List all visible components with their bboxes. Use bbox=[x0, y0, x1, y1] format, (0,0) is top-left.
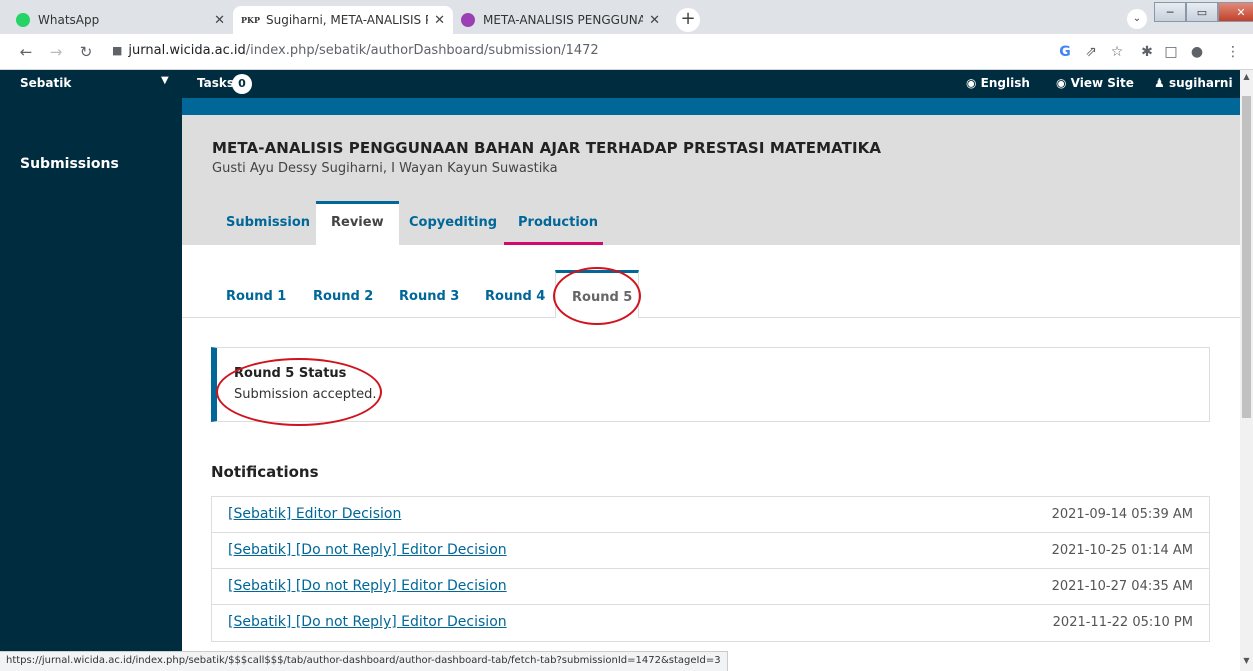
production-tab-indicator bbox=[504, 242, 603, 245]
ojs-icon bbox=[461, 13, 475, 27]
sidebar-item-submissions[interactable]: Submissions bbox=[20, 156, 119, 172]
page-scrollbar[interactable]: ▲ ▼ bbox=[1240, 70, 1253, 671]
side-panel-icon[interactable]: □ bbox=[1162, 43, 1180, 61]
tab-submission[interactable]: Submission bbox=[226, 215, 310, 230]
new-tab-button[interactable]: + bbox=[676, 8, 700, 32]
tasks-link[interactable]: Tasks bbox=[197, 76, 234, 90]
language-link[interactable]: ◉ English bbox=[966, 76, 1030, 90]
caret-down-icon[interactable]: ▼ bbox=[161, 75, 169, 86]
list-item: [Sebatik] [Do not Reply] Editor Decision… bbox=[212, 605, 1209, 641]
view-site-label: View Site bbox=[1070, 76, 1134, 90]
window-controls: ─ ▭ ✕ bbox=[1154, 2, 1253, 22]
notification-date: 2021-11-22 05:10 PM bbox=[1052, 615, 1193, 630]
journal-logo bbox=[20, 98, 160, 106]
round-tab-1[interactable]: Round 1 bbox=[226, 289, 286, 304]
scrollbar-thumb[interactable] bbox=[1242, 96, 1251, 418]
url-field[interactable]: ■ jurnal.wicida.ac.id/index.php/sebatik/a… bbox=[112, 43, 599, 58]
round-tab-5[interactable]: Round 5 bbox=[555, 270, 639, 318]
url-host: jurnal.wicida.ac.id bbox=[128, 43, 246, 58]
lock-icon: ■ bbox=[112, 44, 123, 57]
round-tab-4[interactable]: Round 4 bbox=[485, 289, 545, 304]
round-tabs-divider bbox=[182, 317, 1240, 318]
notification-link[interactable]: [Sebatik] Editor Decision bbox=[228, 506, 401, 522]
notifications-list: [Sebatik] Editor Decision 2021-09-14 05:… bbox=[211, 496, 1210, 642]
notifications-heading: Notifications bbox=[211, 463, 319, 481]
browser-tab-ojs[interactable]: META-ANALISIS PENGGUNAAN B ✕ bbox=[453, 6, 668, 34]
tab-copyediting[interactable]: Copyediting bbox=[409, 215, 497, 230]
tab-title: META-ANALISIS PENGGUNAAN B bbox=[483, 13, 644, 27]
notification-link[interactable]: [Sebatik] [Do not Reply] Editor Decision bbox=[228, 578, 507, 594]
bookmark-star-icon[interactable]: ☆ bbox=[1108, 43, 1126, 61]
reload-icon[interactable]: ↻ bbox=[76, 42, 96, 62]
close-icon[interactable]: ✕ bbox=[649, 13, 660, 28]
language-label: English bbox=[980, 76, 1030, 90]
tasks-count-badge[interactable]: 0 bbox=[232, 74, 252, 94]
tab-title: WhatsApp bbox=[38, 13, 100, 27]
tab-production[interactable]: Production bbox=[518, 215, 598, 230]
notification-link[interactable]: [Sebatik] [Do not Reply] Editor Decision bbox=[228, 542, 507, 558]
url-path: /index.php/sebatik/authorDashboard/submi… bbox=[245, 43, 599, 58]
round-tab-2[interactable]: Round 2 bbox=[313, 289, 373, 304]
tab-title: Sugiharni, META-ANALISIS PENG bbox=[265, 13, 428, 27]
browser-tab-whatsapp[interactable]: WhatsApp ✕ bbox=[8, 6, 233, 34]
sidebar: Submissions bbox=[0, 98, 182, 651]
user-icon: ♟ bbox=[1154, 76, 1165, 90]
scroll-up-icon[interactable]: ▲ bbox=[1240, 72, 1253, 85]
tab-search-icon[interactable]: ⌄ bbox=[1127, 9, 1147, 29]
round-tab-5-label: Round 5 bbox=[572, 290, 633, 305]
browser-tab-pkp[interactable]: PKP Sugiharni, META-ANALISIS PENG ✕ bbox=[233, 6, 453, 34]
eye-icon: ◉ bbox=[1056, 76, 1067, 90]
back-icon[interactable]: ← bbox=[16, 42, 36, 62]
browser-tabstrip: WhatsApp ✕ PKP Sugiharni, META-ANALISIS … bbox=[0, 0, 1253, 34]
round-status-title: Round 5 Status bbox=[234, 366, 347, 381]
close-icon[interactable]: ✕ bbox=[434, 13, 445, 28]
list-item: [Sebatik] Editor Decision 2021-09-14 05:… bbox=[212, 497, 1209, 533]
share-icon[interactable]: ⇗ bbox=[1082, 43, 1100, 61]
submission-header: META-ANALISIS PENGGUNAAN BAHAN AJAR TERH… bbox=[182, 115, 1240, 245]
context-switcher[interactable]: Sebatik bbox=[20, 76, 71, 90]
globe-icon: ◉ bbox=[966, 76, 977, 90]
profile-icon[interactable]: ● bbox=[1188, 43, 1206, 61]
minimize-button[interactable]: ─ bbox=[1154, 2, 1186, 22]
submission-authors: Gusti Ayu Dessy Sugiharni, I Wayan Kayun… bbox=[212, 161, 558, 176]
maximize-button[interactable]: ▭ bbox=[1186, 2, 1218, 22]
notification-date: 2021-09-14 05:39 AM bbox=[1051, 507, 1193, 522]
status-bar-url: https://jurnal.wicida.ac.id/index.php/se… bbox=[0, 651, 728, 671]
extensions-icon[interactable]: ✱ bbox=[1138, 43, 1156, 61]
submission-title: META-ANALISIS PENGGUNAAN BAHAN AJAR TERH… bbox=[212, 139, 882, 157]
address-bar-row: ← → ↻ ■ jurnal.wicida.ac.id/index.php/seb… bbox=[0, 34, 1253, 70]
user-menu[interactable]: ♟ sugiharni bbox=[1154, 76, 1233, 90]
user-name: sugiharni bbox=[1168, 76, 1233, 90]
notification-link[interactable]: [Sebatik] [Do not Reply] Editor Decision bbox=[228, 614, 507, 630]
whatsapp-icon bbox=[16, 13, 30, 27]
notification-date: 2021-10-27 04:35 AM bbox=[1051, 579, 1193, 594]
menu-icon[interactable]: ⋮ bbox=[1224, 43, 1242, 61]
pkp-icon: PKP bbox=[241, 15, 260, 25]
round-tab-3[interactable]: Round 3 bbox=[399, 289, 459, 304]
tab-review[interactable]: Review bbox=[316, 201, 399, 245]
app-header: Sebatik ▼ Tasks 0 ◉ English ◉ View Site … bbox=[0, 70, 1240, 98]
forward-icon[interactable]: → bbox=[46, 42, 66, 62]
page-accent-stripe bbox=[182, 98, 1240, 115]
round-status-panel: Round 5 Status Submission accepted. bbox=[211, 347, 1210, 422]
list-item: [Sebatik] [Do not Reply] Editor Decision… bbox=[212, 569, 1209, 605]
close-icon[interactable]: ✕ bbox=[214, 13, 225, 28]
close-window-button[interactable]: ✕ bbox=[1218, 2, 1253, 22]
list-item: [Sebatik] [Do not Reply] Editor Decision… bbox=[212, 533, 1209, 569]
google-icon[interactable]: G bbox=[1056, 43, 1074, 61]
notification-date: 2021-10-25 01:14 AM bbox=[1051, 543, 1193, 558]
scroll-down-icon[interactable]: ▼ bbox=[1240, 656, 1253, 669]
round-status-text: Submission accepted. bbox=[234, 387, 377, 402]
view-site-link[interactable]: ◉ View Site bbox=[1056, 76, 1134, 90]
